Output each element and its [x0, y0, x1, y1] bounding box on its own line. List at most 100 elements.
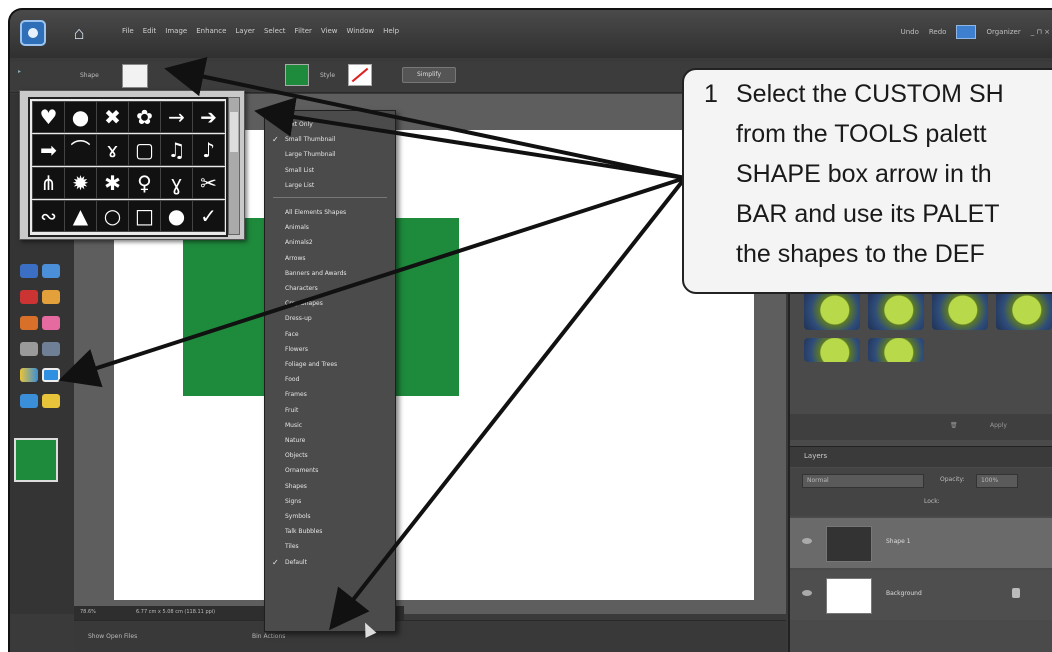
menu-item-banners-and-awards[interactable]: Banners and Awards: [265, 266, 395, 281]
menu-image[interactable]: Image: [165, 27, 187, 35]
butterfly-icon[interactable]: ✖: [96, 101, 129, 133]
bin-actions-menu[interactable]: Bin Actions: [252, 633, 285, 640]
window-controls[interactable]: _ ⊓ ×: [1031, 28, 1050, 36]
menu-item-arrows[interactable]: Arrows: [265, 251, 395, 266]
menu-item-small-thumbnail[interactable]: ✓ Small Thumbnail: [265, 132, 395, 147]
menu-item-animals[interactable]: Animals: [265, 220, 395, 235]
menu-item-flowers[interactable]: Flowers: [265, 342, 395, 357]
menu-item-text-only[interactable]: Text Only: [265, 117, 395, 132]
heart-card-icon[interactable]: ♥: [32, 101, 65, 133]
menu-item-foliage-and-trees[interactable]: Foliage and Trees: [265, 357, 395, 372]
speech-bubble-icon[interactable]: ●: [64, 101, 97, 133]
arrow-outline-icon[interactable]: ➔: [192, 101, 225, 133]
home-icon[interactable]: ⌂: [68, 22, 90, 44]
arrow-thin-icon[interactable]: →: [160, 101, 193, 133]
frame-icon[interactable]: ▢: [128, 134, 161, 166]
menu-item-large-thumbnail[interactable]: Large Thumbnail: [265, 147, 395, 162]
foreground-color-swatch[interactable]: [14, 438, 58, 482]
menu-view[interactable]: View: [321, 27, 338, 35]
grass-icon[interactable]: ⋔: [32, 167, 65, 199]
paw-print-icon[interactable]: ✿: [128, 101, 161, 133]
arrow-thick-icon[interactable]: ➡: [32, 134, 65, 166]
music-notes-icon[interactable]: ♫: [160, 134, 193, 166]
checkmark-icon[interactable]: ✓: [192, 200, 225, 232]
menu-select[interactable]: Select: [264, 27, 286, 35]
layer-row-shape[interactable]: Shape 1: [790, 518, 1052, 568]
circle-filled-icon[interactable]: ●: [160, 200, 193, 232]
menu-item-face[interactable]: Face: [265, 327, 395, 342]
figure-icon[interactable]: ɤ: [96, 134, 129, 166]
menu-item-music[interactable]: Music: [265, 418, 395, 433]
scissors-icon[interactable]: ✂: [192, 167, 225, 199]
shape-tool-icon[interactable]: [42, 264, 60, 278]
sunburst-icon[interactable]: ✹: [64, 167, 97, 199]
menu-layer[interactable]: Layer: [235, 27, 255, 35]
bulb-icon[interactable]: ♀: [128, 167, 161, 199]
menu-item-small-list[interactable]: Small List: [265, 163, 395, 178]
menu-item-tiles[interactable]: Tiles: [265, 539, 395, 554]
menu-item-dress-up[interactable]: Dress-up: [265, 311, 395, 326]
blur-tool-icon[interactable]: [20, 394, 38, 408]
menu-item-symbols[interactable]: Symbols: [265, 509, 395, 524]
menu-item-default[interactable]: ✓ Default: [265, 555, 395, 570]
visibility-icon[interactable]: [802, 538, 812, 544]
simplify-button[interactable]: Simplify: [402, 67, 456, 83]
menu-item-talk-bubbles[interactable]: Talk Bubbles: [265, 524, 395, 539]
menu-window[interactable]: Window: [347, 27, 375, 35]
eraser-tool-icon[interactable]: [42, 316, 60, 330]
trash-icon[interactable]: 🗑: [950, 422, 958, 429]
menu-item-frames[interactable]: Frames: [265, 387, 395, 402]
apply-button[interactable]: Apply: [990, 422, 1007, 429]
menu-item-signs[interactable]: Signs: [265, 494, 395, 509]
blend-mode-dropdown[interactable]: Normal: [802, 474, 924, 488]
show-open-files-dropdown[interactable]: Show Open Files: [88, 633, 137, 640]
menu-item-ornaments[interactable]: Ornaments: [265, 463, 395, 478]
color-swatch[interactable]: [285, 64, 309, 86]
layer-row-background[interactable]: Background: [790, 570, 1052, 620]
arc-icon[interactable]: ⌒: [64, 134, 97, 166]
shape-picker-box[interactable]: [122, 64, 148, 88]
menu-item-nature[interactable]: Nature: [265, 433, 395, 448]
organizer-button[interactable]: Organizer: [986, 28, 1020, 36]
pencil-tool-icon[interactable]: [42, 290, 60, 304]
circle-outline-icon[interactable]: ○: [96, 200, 129, 232]
organizer-icon[interactable]: [956, 25, 977, 39]
tool-preset-icon[interactable]: ▸: [18, 68, 21, 75]
custom-shape-tool-icon[interactable]: [20, 264, 38, 278]
sponge-tool-icon[interactable]: [42, 394, 60, 408]
effect-thumbnail[interactable]: [868, 338, 924, 362]
custom-shape-selected-icon[interactable]: [42, 368, 60, 382]
music-note-icon[interactable]: ♪: [192, 134, 225, 166]
undo-button[interactable]: Undo: [901, 28, 919, 36]
palette-scrollbar[interactable]: [228, 97, 240, 235]
style-picker-box[interactable]: [348, 64, 372, 86]
gradient-tool-icon[interactable]: [20, 368, 38, 382]
menu-item-characters[interactable]: Characters: [265, 281, 395, 296]
footprint-icon[interactable]: ▲: [64, 200, 97, 232]
redo-button[interactable]: Redo: [929, 28, 947, 36]
menu-help[interactable]: Help: [383, 27, 399, 35]
visibility-icon[interactable]: [802, 590, 812, 596]
menu-item-shapes[interactable]: Shapes: [265, 479, 395, 494]
effect-thumbnail[interactable]: [804, 338, 860, 362]
menu-item-objects[interactable]: Objects: [265, 448, 395, 463]
brush-tool-icon[interactable]: [20, 342, 38, 356]
menu-enhance[interactable]: Enhance: [196, 27, 226, 35]
red-eye-tool-icon[interactable]: [20, 290, 38, 304]
smart-brush-tool-icon[interactable]: [42, 342, 60, 356]
menu-item-large-list[interactable]: Large List: [265, 178, 395, 193]
menu-item-fruit[interactable]: Fruit: [265, 403, 395, 418]
puppet-icon[interactable]: ɣ: [160, 167, 193, 199]
splat-icon[interactable]: ✱: [96, 167, 129, 199]
stamp-tool-icon[interactable]: [20, 316, 38, 330]
square-frame-icon[interactable]: □: [128, 200, 161, 232]
menu-item-food[interactable]: Food: [265, 372, 395, 387]
layers-panel-header[interactable]: Layers: [790, 446, 1052, 467]
opacity-field[interactable]: 100%: [976, 474, 1018, 488]
menu-edit[interactable]: Edit: [143, 27, 157, 35]
menu-filter[interactable]: Filter: [295, 27, 312, 35]
mustache-icon[interactable]: ∾: [32, 200, 65, 232]
menu-file[interactable]: File: [122, 27, 134, 35]
menu-item-crop-shapes[interactable]: Crop Shapes: [265, 296, 395, 311]
menu-item-animals2[interactable]: Animals2: [265, 235, 395, 250]
